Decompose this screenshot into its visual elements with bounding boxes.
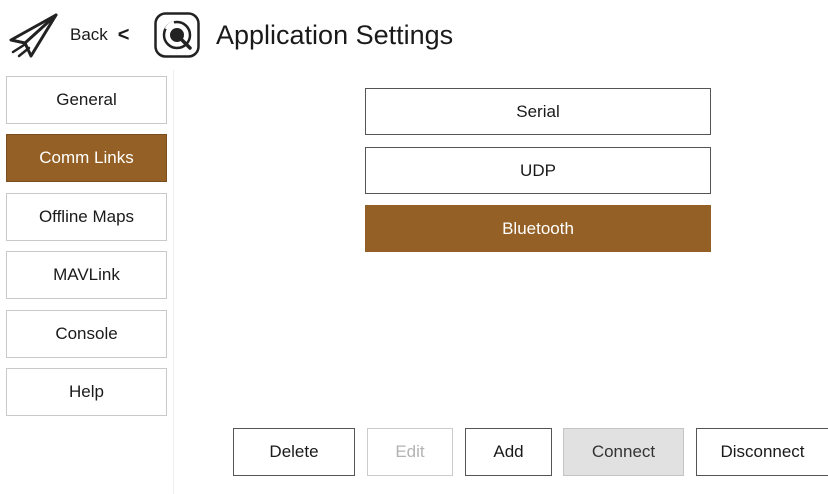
link-bluetooth[interactable]: Bluetooth bbox=[365, 205, 711, 252]
qgroundcontrol-logo-icon bbox=[154, 12, 200, 58]
sidebar-item-console[interactable]: Console bbox=[6, 310, 167, 358]
sidebar-item-help[interactable]: Help bbox=[6, 368, 167, 416]
edit-button[interactable]: Edit bbox=[367, 428, 453, 476]
link-serial[interactable]: Serial bbox=[365, 88, 711, 135]
sidebar-item-mavlink[interactable]: MAVLink bbox=[6, 251, 167, 299]
sidebar: General Comm Links Offline Maps MAVLink … bbox=[0, 70, 174, 494]
back-button[interactable]: Back < bbox=[8, 12, 129, 58]
link-udp[interactable]: UDP bbox=[365, 147, 711, 194]
sidebar-item-comm-links[interactable]: Comm Links bbox=[6, 134, 167, 182]
sidebar-item-general[interactable]: General bbox=[6, 76, 167, 124]
delete-button[interactable]: Delete bbox=[233, 428, 355, 476]
page-title: Application Settings bbox=[216, 20, 454, 50]
sidebar-item-offline-maps[interactable]: Offline Maps bbox=[6, 193, 167, 241]
disconnect-button[interactable]: Disconnect bbox=[696, 428, 828, 476]
connect-button[interactable]: Connect bbox=[563, 428, 684, 476]
back-chevron: < bbox=[117, 23, 130, 46]
header: Back < Application Settings bbox=[0, 0, 828, 70]
back-label: Back bbox=[70, 25, 108, 44]
paper-plane-icon bbox=[9, 13, 58, 58]
add-button[interactable]: Add bbox=[465, 428, 552, 476]
